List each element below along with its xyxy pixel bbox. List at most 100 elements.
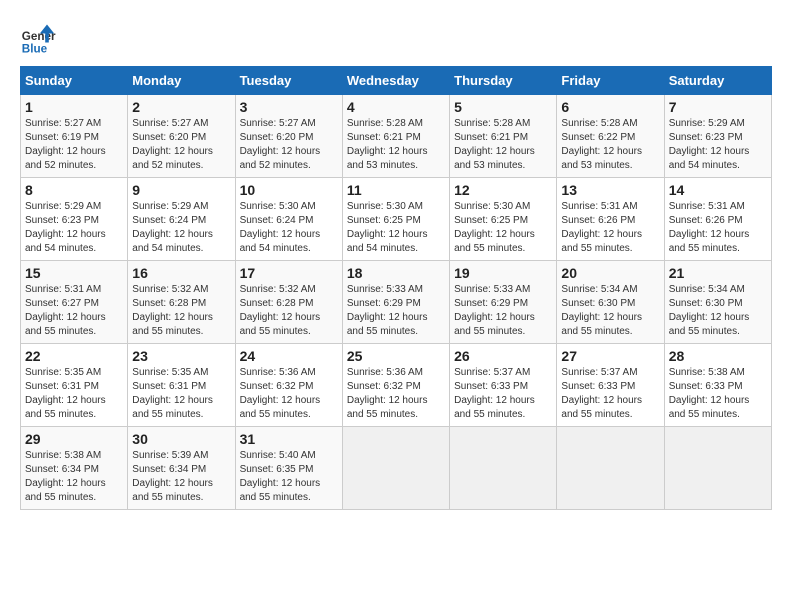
weekday-tuesday: Tuesday [235, 67, 342, 95]
svg-text:Blue: Blue [22, 42, 48, 55]
calendar-cell: 8 Sunrise: 5:29 AM Sunset: 6:23 PM Dayli… [21, 178, 128, 261]
day-number: 8 [25, 182, 123, 198]
calendar-cell: 4 Sunrise: 5:28 AM Sunset: 6:21 PM Dayli… [342, 95, 449, 178]
day-info: Sunrise: 5:30 AM Sunset: 6:24 PM Dayligh… [240, 200, 338, 256]
day-number: 27 [561, 348, 659, 364]
weekday-header-row: SundayMondayTuesdayWednesdayThursdayFrid… [21, 67, 772, 95]
day-info: Sunrise: 5:32 AM Sunset: 6:28 PM Dayligh… [240, 283, 338, 339]
day-number: 29 [25, 431, 123, 447]
day-number: 18 [347, 265, 445, 281]
day-info: Sunrise: 5:27 AM Sunset: 6:20 PM Dayligh… [240, 117, 338, 173]
calendar-cell: 29 Sunrise: 5:38 AM Sunset: 6:34 PM Dayl… [21, 427, 128, 510]
day-info: Sunrise: 5:33 AM Sunset: 6:29 PM Dayligh… [347, 283, 445, 339]
calendar-week-2: 8 Sunrise: 5:29 AM Sunset: 6:23 PM Dayli… [21, 178, 772, 261]
calendar-cell: 25 Sunrise: 5:36 AM Sunset: 6:32 PM Dayl… [342, 344, 449, 427]
calendar-cell: 30 Sunrise: 5:39 AM Sunset: 6:34 PM Dayl… [128, 427, 235, 510]
calendar-cell: 24 Sunrise: 5:36 AM Sunset: 6:32 PM Dayl… [235, 344, 342, 427]
day-info: Sunrise: 5:28 AM Sunset: 6:21 PM Dayligh… [347, 117, 445, 173]
day-info: Sunrise: 5:31 AM Sunset: 6:26 PM Dayligh… [561, 200, 659, 256]
day-number: 15 [25, 265, 123, 281]
calendar-cell [664, 427, 771, 510]
calendar-cell: 11 Sunrise: 5:30 AM Sunset: 6:25 PM Dayl… [342, 178, 449, 261]
day-info: Sunrise: 5:40 AM Sunset: 6:35 PM Dayligh… [240, 449, 338, 505]
day-number: 11 [347, 182, 445, 198]
day-info: Sunrise: 5:27 AM Sunset: 6:20 PM Dayligh… [132, 117, 230, 173]
day-info: Sunrise: 5:36 AM Sunset: 6:32 PM Dayligh… [240, 366, 338, 422]
calendar-cell [557, 427, 664, 510]
day-info: Sunrise: 5:31 AM Sunset: 6:26 PM Dayligh… [669, 200, 767, 256]
day-info: Sunrise: 5:38 AM Sunset: 6:34 PM Dayligh… [25, 449, 123, 505]
calendar-cell: 31 Sunrise: 5:40 AM Sunset: 6:35 PM Dayl… [235, 427, 342, 510]
weekday-friday: Friday [557, 67, 664, 95]
weekday-saturday: Saturday [664, 67, 771, 95]
day-info: Sunrise: 5:38 AM Sunset: 6:33 PM Dayligh… [669, 366, 767, 422]
logo: General Blue [20, 20, 56, 56]
calendar-cell: 10 Sunrise: 5:30 AM Sunset: 6:24 PM Dayl… [235, 178, 342, 261]
calendar-cell: 28 Sunrise: 5:38 AM Sunset: 6:33 PM Dayl… [664, 344, 771, 427]
day-info: Sunrise: 5:37 AM Sunset: 6:33 PM Dayligh… [454, 366, 552, 422]
day-number: 25 [347, 348, 445, 364]
day-number: 5 [454, 99, 552, 115]
day-number: 26 [454, 348, 552, 364]
calendar-body: 1 Sunrise: 5:27 AM Sunset: 6:19 PM Dayli… [21, 95, 772, 510]
calendar-cell: 23 Sunrise: 5:35 AM Sunset: 6:31 PM Dayl… [128, 344, 235, 427]
calendar-cell: 19 Sunrise: 5:33 AM Sunset: 6:29 PM Dayl… [450, 261, 557, 344]
calendar-week-3: 15 Sunrise: 5:31 AM Sunset: 6:27 PM Dayl… [21, 261, 772, 344]
calendar-cell: 21 Sunrise: 5:34 AM Sunset: 6:30 PM Dayl… [664, 261, 771, 344]
day-number: 30 [132, 431, 230, 447]
day-number: 19 [454, 265, 552, 281]
day-number: 10 [240, 182, 338, 198]
day-info: Sunrise: 5:29 AM Sunset: 6:23 PM Dayligh… [25, 200, 123, 256]
day-number: 4 [347, 99, 445, 115]
calendar-cell: 7 Sunrise: 5:29 AM Sunset: 6:23 PM Dayli… [664, 95, 771, 178]
day-number: 6 [561, 99, 659, 115]
day-info: Sunrise: 5:31 AM Sunset: 6:27 PM Dayligh… [25, 283, 123, 339]
calendar-cell: 26 Sunrise: 5:37 AM Sunset: 6:33 PM Dayl… [450, 344, 557, 427]
day-number: 2 [132, 99, 230, 115]
calendar-cell: 12 Sunrise: 5:30 AM Sunset: 6:25 PM Dayl… [450, 178, 557, 261]
day-number: 23 [132, 348, 230, 364]
day-number: 14 [669, 182, 767, 198]
calendar-cell: 22 Sunrise: 5:35 AM Sunset: 6:31 PM Dayl… [21, 344, 128, 427]
day-number: 22 [25, 348, 123, 364]
calendar-cell: 15 Sunrise: 5:31 AM Sunset: 6:27 PM Dayl… [21, 261, 128, 344]
day-number: 3 [240, 99, 338, 115]
day-info: Sunrise: 5:30 AM Sunset: 6:25 PM Dayligh… [347, 200, 445, 256]
day-number: 16 [132, 265, 230, 281]
day-info: Sunrise: 5:33 AM Sunset: 6:29 PM Dayligh… [454, 283, 552, 339]
calendar-cell [342, 427, 449, 510]
day-info: Sunrise: 5:27 AM Sunset: 6:19 PM Dayligh… [25, 117, 123, 173]
day-number: 21 [669, 265, 767, 281]
day-info: Sunrise: 5:37 AM Sunset: 6:33 PM Dayligh… [561, 366, 659, 422]
weekday-monday: Monday [128, 67, 235, 95]
calendar-cell: 17 Sunrise: 5:32 AM Sunset: 6:28 PM Dayl… [235, 261, 342, 344]
day-number: 1 [25, 99, 123, 115]
day-info: Sunrise: 5:29 AM Sunset: 6:24 PM Dayligh… [132, 200, 230, 256]
day-info: Sunrise: 5:36 AM Sunset: 6:32 PM Dayligh… [347, 366, 445, 422]
day-number: 28 [669, 348, 767, 364]
weekday-thursday: Thursday [450, 67, 557, 95]
day-number: 13 [561, 182, 659, 198]
day-number: 20 [561, 265, 659, 281]
calendar-cell: 6 Sunrise: 5:28 AM Sunset: 6:22 PM Dayli… [557, 95, 664, 178]
calendar-cell: 14 Sunrise: 5:31 AM Sunset: 6:26 PM Dayl… [664, 178, 771, 261]
calendar-cell: 20 Sunrise: 5:34 AM Sunset: 6:30 PM Dayl… [557, 261, 664, 344]
day-number: 12 [454, 182, 552, 198]
day-number: 7 [669, 99, 767, 115]
weekday-sunday: Sunday [21, 67, 128, 95]
day-info: Sunrise: 5:28 AM Sunset: 6:22 PM Dayligh… [561, 117, 659, 173]
day-info: Sunrise: 5:35 AM Sunset: 6:31 PM Dayligh… [132, 366, 230, 422]
calendar-week-4: 22 Sunrise: 5:35 AM Sunset: 6:31 PM Dayl… [21, 344, 772, 427]
calendar-table: SundayMondayTuesdayWednesdayThursdayFrid… [20, 66, 772, 510]
calendar-cell: 13 Sunrise: 5:31 AM Sunset: 6:26 PM Dayl… [557, 178, 664, 261]
day-number: 9 [132, 182, 230, 198]
day-info: Sunrise: 5:34 AM Sunset: 6:30 PM Dayligh… [669, 283, 767, 339]
day-info: Sunrise: 5:35 AM Sunset: 6:31 PM Dayligh… [25, 366, 123, 422]
calendar-cell: 5 Sunrise: 5:28 AM Sunset: 6:21 PM Dayli… [450, 95, 557, 178]
day-info: Sunrise: 5:30 AM Sunset: 6:25 PM Dayligh… [454, 200, 552, 256]
calendar-cell: 1 Sunrise: 5:27 AM Sunset: 6:19 PM Dayli… [21, 95, 128, 178]
calendar-week-5: 29 Sunrise: 5:38 AM Sunset: 6:34 PM Dayl… [21, 427, 772, 510]
day-number: 24 [240, 348, 338, 364]
day-number: 31 [240, 431, 338, 447]
calendar-cell: 9 Sunrise: 5:29 AM Sunset: 6:24 PM Dayli… [128, 178, 235, 261]
